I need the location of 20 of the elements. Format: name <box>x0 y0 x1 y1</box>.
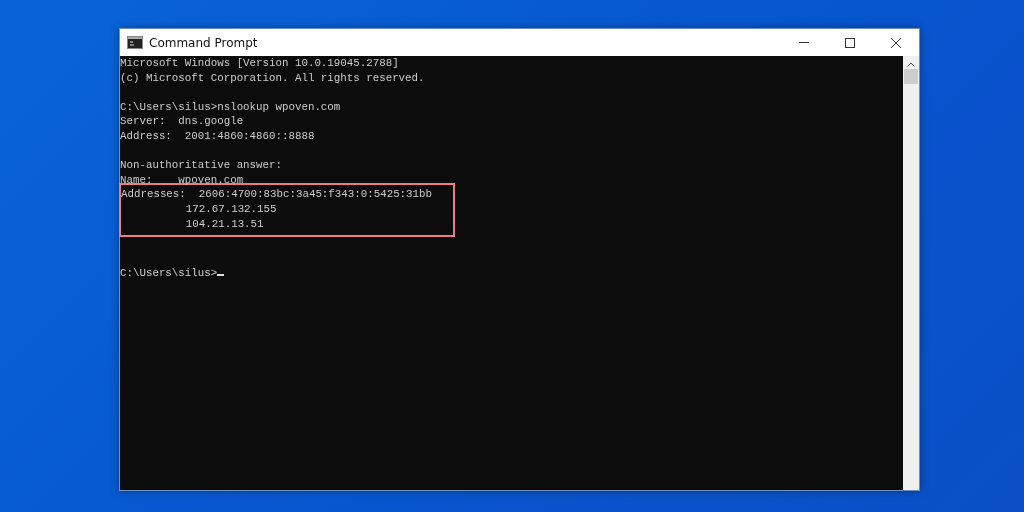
console-line: 104.21.13.51 <box>184 216 265 232</box>
console-line: Address: 2001:4860:4860::8888 <box>120 128 316 144</box>
console-line: Microsoft Windows [Version 10.0.19045.2788] <box>120 56 400 71</box>
console-line: 172.67.132.155 <box>184 201 278 217</box>
close-icon <box>891 37 901 48</box>
console-icon <box>127 36 143 49</box>
maximize-icon <box>845 37 855 48</box>
minimize-icon <box>799 42 809 43</box>
scrollbar-thumb[interactable] <box>904 69 918 84</box>
window-title: Command Prompt <box>149 35 259 50</box>
console-line: Addresses: 2606:4700:83bc:3a45:f343:0:5425:31bb <box>121 187 433 202</box>
scroll-up-icon <box>907 62 915 67</box>
console-line: Server: dns.google <box>120 114 245 129</box>
console-line: (c) Microsoft Corporation. All rights reserved. <box>120 70 426 86</box>
console-line: Non-authoritative answer: <box>120 158 283 173</box>
console-line: C:\Users\silus>nslookup wpoven.com <box>120 99 342 115</box>
scrollbar[interactable] <box>903 56 919 490</box>
prompt-line: C:\Users\silus> <box>120 266 903 281</box>
text-cursor <box>217 274 225 277</box>
console-line: Name: wpoven.com <box>120 172 245 188</box>
